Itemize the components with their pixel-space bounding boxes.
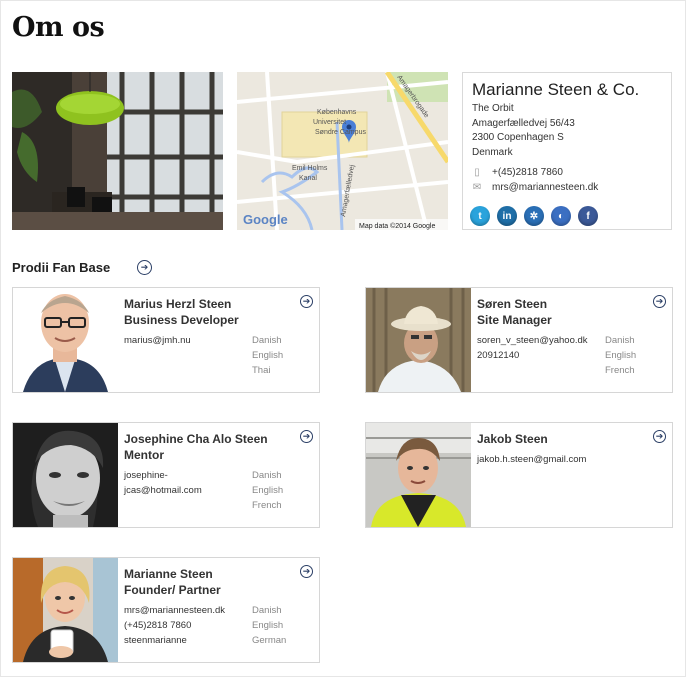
company-info-box: Marianne Steen & Co. The Orbit Amagerfæl… bbox=[462, 72, 672, 230]
member-role: Mentor bbox=[124, 448, 164, 462]
arrow-right-icon[interactable]: ➔ bbox=[300, 295, 313, 308]
arrow-right-icon[interactable]: ➔ bbox=[653, 295, 666, 308]
member-card[interactable]: Marianne Steen Founder/ Partner mrs@mari… bbox=[12, 557, 320, 663]
language-item: Danish bbox=[252, 470, 282, 481]
language-item: English bbox=[252, 485, 284, 496]
company-address: The Orbit Amagerfælledvej 56/43 2300 Cop… bbox=[472, 102, 575, 160]
member-avatar bbox=[13, 423, 118, 527]
member-avatar bbox=[13, 558, 118, 662]
map-attribution: Map data ©2014 Google bbox=[359, 222, 435, 230]
member-name-line[interactable]: Marianne Steen bbox=[124, 566, 221, 582]
company-name: Marianne Steen & Co. bbox=[472, 80, 640, 99]
language-item: German bbox=[252, 635, 287, 646]
member-phone: 20912140 bbox=[477, 350, 520, 361]
member-contact: soren_v_steen@yahoo.dk 20912140 bbox=[477, 333, 588, 363]
member-email[interactable]: josephine- bbox=[124, 468, 202, 483]
arrow-right-icon[interactable]: ➔ bbox=[653, 430, 666, 443]
language-item: English bbox=[252, 350, 284, 361]
svg-text:Søndre Campus: Søndre Campus bbox=[315, 129, 366, 136]
address-line: 2300 Copenhagen S bbox=[472, 132, 564, 143]
company-phone-row: ▯ +(45)2818 7860 bbox=[472, 167, 563, 178]
facebook-icon[interactable]: f bbox=[578, 206, 598, 226]
svg-text:Universitet: Universitet bbox=[313, 119, 346, 126]
member-languages: Danish English Thai bbox=[252, 333, 283, 378]
member-contact: jakob.h.steen@gmail.com bbox=[477, 452, 586, 467]
svg-text:Kanal: Kanal bbox=[299, 175, 317, 182]
member-avatar bbox=[13, 288, 118, 392]
member-contact: marius@jmh.nu bbox=[124, 333, 191, 348]
member-phone: (+45)2818 7860 bbox=[124, 620, 192, 631]
page-title: Om os bbox=[12, 12, 105, 43]
arrow-right-icon[interactable]: ➔ bbox=[300, 430, 313, 443]
member-card[interactable]: Josephine Cha Alo Steen Mentor josephine… bbox=[12, 422, 320, 528]
member-name[interactable]: Josephine Cha Alo Steen Mentor bbox=[124, 431, 268, 463]
member-name[interactable]: Jakob Steen bbox=[477, 431, 548, 447]
member-card[interactable]: Jakob Steen jakob.h.steen@gmail.com ➔ bbox=[365, 422, 673, 528]
member-contact: josephine- jcas@hotmail.com bbox=[124, 468, 202, 498]
social-links: t in ✲ ◐ f bbox=[470, 206, 598, 226]
member-name[interactable]: Søren Steen Site Manager bbox=[477, 296, 552, 328]
member-languages: Danish English French bbox=[252, 468, 283, 513]
address-line: Denmark bbox=[472, 146, 513, 158]
map-label-canal: Emil Holms bbox=[292, 165, 328, 172]
member-email[interactable]: soren_v_steen@yahoo.dk bbox=[477, 333, 588, 348]
member-name-line[interactable]: Søren Steen bbox=[477, 296, 552, 312]
member-avatar bbox=[366, 423, 471, 527]
member-name[interactable]: Marius Herzl Steen Business Developer bbox=[124, 296, 239, 328]
member-card[interactable]: Søren Steen Site Manager soren_v_steen@y… bbox=[365, 287, 673, 393]
member-languages: Danish English German bbox=[252, 603, 286, 648]
member-role: Business Developer bbox=[124, 313, 239, 327]
member-card[interactable]: Marius Herzl Steen Business Developer ma… bbox=[12, 287, 320, 393]
language-item: Danish bbox=[252, 605, 282, 616]
member-name-line[interactable]: Josephine Cha Alo Steen bbox=[124, 431, 268, 447]
member-name[interactable]: Marianne Steen Founder/ Partner bbox=[124, 566, 221, 598]
language-item: French bbox=[252, 500, 282, 511]
member-email[interactable]: mrs@mariannesteen.dk bbox=[124, 603, 225, 618]
office-photo bbox=[12, 72, 223, 230]
address-line: Amagerfælledvej 56/43 bbox=[472, 117, 575, 129]
phone-icon: ▯ bbox=[474, 167, 480, 178]
delicious-icon[interactable]: ◐ bbox=[551, 206, 571, 226]
mail-icon: ✉ bbox=[472, 182, 482, 193]
member-role: Site Manager bbox=[477, 313, 552, 327]
member-email[interactable]: marius@jmh.nu bbox=[124, 333, 191, 348]
language-item: Danish bbox=[252, 335, 282, 346]
fanbase-arrow-icon[interactable]: ➔ bbox=[137, 260, 152, 275]
language-item: English bbox=[252, 620, 284, 631]
location-map[interactable]: Københavns Universitet Søndre Campus Emi… bbox=[237, 72, 448, 230]
member-name-line[interactable]: Jakob Steen bbox=[477, 431, 548, 447]
myspace-icon[interactable]: ✲ bbox=[524, 206, 544, 226]
member-skype: steenmarianne bbox=[124, 635, 187, 646]
twitter-icon[interactable]: t bbox=[470, 206, 490, 226]
language-item: Thai bbox=[252, 365, 271, 376]
company-email-row[interactable]: ✉ mrs@mariannesteen.dk bbox=[472, 182, 599, 193]
address-line: The Orbit bbox=[472, 103, 514, 114]
fanbase-title: Prodii Fan Base bbox=[12, 260, 111, 275]
arrow-right-icon[interactable]: ➔ bbox=[300, 565, 313, 578]
language-item: English bbox=[605, 350, 637, 361]
map-label-university: Københavns bbox=[317, 109, 357, 116]
member-name-line[interactable]: Marius Herzl Steen bbox=[124, 296, 239, 312]
language-item: French bbox=[605, 365, 635, 376]
company-phone: +(45)2818 7860 bbox=[492, 167, 563, 178]
member-languages: Danish English French bbox=[605, 333, 636, 378]
member-email[interactable]: jakob.h.steen@gmail.com bbox=[477, 452, 586, 467]
member-email[interactable]: jcas@hotmail.com bbox=[124, 483, 202, 498]
language-item: Danish bbox=[605, 335, 635, 346]
linkedin-icon[interactable]: in bbox=[497, 206, 517, 226]
map-google-logo: Google bbox=[243, 212, 288, 227]
company-email[interactable]: mrs@mariannesteen.dk bbox=[492, 182, 598, 193]
member-avatar bbox=[366, 288, 471, 392]
member-contact: mrs@mariannesteen.dk (+45)2818 7860 stee… bbox=[124, 603, 225, 648]
member-role: Founder/ Partner bbox=[124, 583, 221, 597]
